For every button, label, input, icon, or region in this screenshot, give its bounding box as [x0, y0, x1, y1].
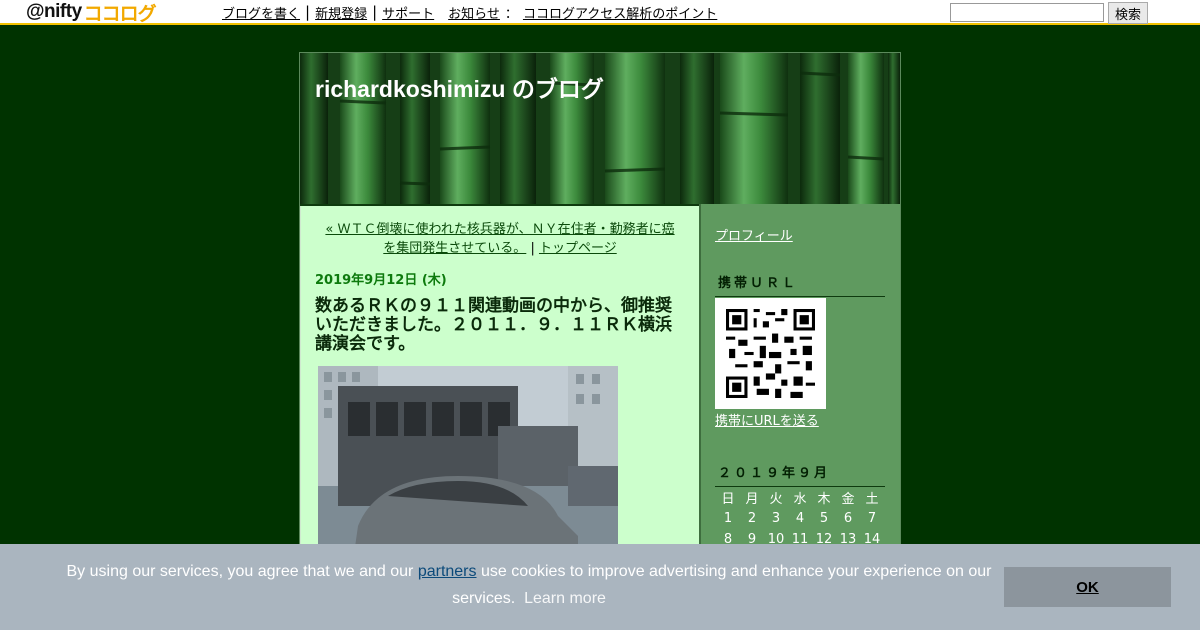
calendar-day: 7 [867, 511, 877, 526]
calendar-day: 3 [771, 511, 781, 526]
profile-link[interactable]: プロフィール [715, 225, 793, 244]
cookie-message: By using our services, you agree that we… [40, 558, 1018, 612]
calendar-day: 4 [795, 511, 805, 526]
post-navigation: « ＷＴＣ倒壊に使われた核兵器が、ＮＹ在住者・勤務者に癌を集団発生させている。 … [321, 220, 679, 258]
nifty-cocolog-logo[interactable]: @nifty ココログ [26, 1, 157, 25]
mobile-url-heading: 携帯ＵＲＬ [715, 272, 885, 297]
write-blog-link[interactable]: ブログを書く [222, 3, 300, 22]
cookie-text-before: By using our services, you agree that we… [66, 563, 418, 580]
logo-brand: ココログ [83, 3, 157, 25]
weekday-cell: 火 [769, 492, 783, 507]
blog-title[interactable]: richardkoshimizu のブログ [315, 70, 604, 104]
partners-link[interactable]: partners [418, 563, 477, 580]
nav-separator: | [372, 3, 378, 21]
news-colon: ： [504, 7, 518, 22]
weekday-cell: 月 [745, 492, 759, 507]
weekday-cell: 日 [721, 492, 735, 507]
calendar-day: 6 [843, 511, 853, 526]
calendar-week-row: 1 2 3 4 5 6 7 [716, 508, 884, 529]
learn-more-link[interactable]: Learn more [524, 590, 606, 607]
weekday-cell: 土 [865, 492, 879, 507]
top-page-link[interactable]: トップページ [539, 241, 617, 256]
logo-prefix: @nifty [26, 1, 82, 22]
mobile-qr-code [715, 298, 826, 409]
search-button[interactable]: 検索 [1108, 2, 1148, 24]
calendar-day: 5 [819, 511, 829, 526]
access-analysis-link[interactable]: ココログアクセス解析のポイント [523, 3, 717, 22]
cookie-consent-banner: By using our services, you agree that we… [0, 544, 1200, 630]
nav-separator: | [305, 3, 311, 21]
post-date: 2019年9月12日 (木) [315, 273, 447, 288]
calendar-day: 2 [747, 511, 757, 526]
weekday-cell: 金 [841, 492, 855, 507]
qr-code-icon [726, 309, 815, 398]
top-navigation: ブログを書く | 新規登録 | サポート お知らせ ： ココログアクセス解析のポ… [222, 3, 717, 23]
calendar-weekday-row: 日 月 火 水 木 金 土 [716, 487, 884, 508]
previous-post-link[interactable]: « ＷＴＣ倒壊に使われた核兵器が、ＮＹ在住者・勤務者に癌を集団発生させている。 [325, 222, 674, 256]
weekday-cell: 水 [793, 492, 807, 507]
post-nav-separator: | [530, 241, 535, 256]
nifty-topbar: @nifty ココログ ブログを書く | 新規登録 | サポート お知らせ ： … [0, 0, 1200, 25]
calendar-heading: ２０１９年９月 [715, 462, 885, 487]
calendar-table: 日 月 火 水 木 金 土 1 2 3 4 5 6 7 8 9 10 11 12… [716, 487, 884, 550]
send-url-to-mobile-link[interactable]: 携帯にURLを送る [715, 410, 819, 429]
news-link[interactable]: お知らせ [448, 3, 500, 22]
signup-link[interactable]: 新規登録 [315, 3, 367, 22]
bamboo-banner: richardkoshimizu のブログ [300, 53, 900, 204]
search-input[interactable] [950, 3, 1104, 22]
calendar-day: 1 [723, 511, 733, 526]
weekday-cell: 木 [817, 492, 831, 507]
post-title: 数あるＲＫの９１１関連動画の中から、御推奨いただきました。２０１１．９．１１ＲＫ… [315, 296, 672, 353]
support-link[interactable]: サポート [382, 3, 434, 22]
cookie-ok-button[interactable]: OK [1004, 567, 1171, 607]
